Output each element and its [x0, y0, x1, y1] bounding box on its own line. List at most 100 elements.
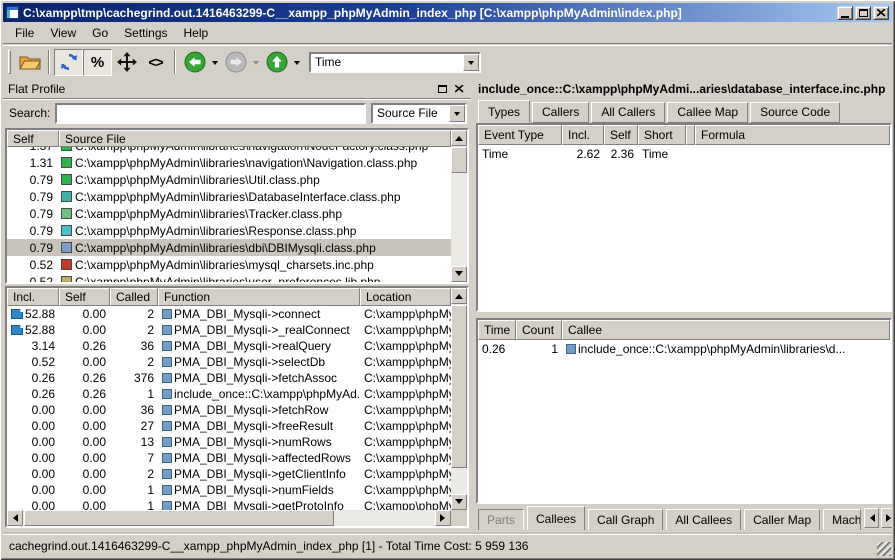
group-by-selector[interactable]: Source File — [371, 103, 467, 124]
column-header-self[interactable]: Self — [604, 125, 638, 145]
scroll-thumb[interactable] — [451, 305, 467, 468]
menu-item[interactable]: Help — [176, 23, 217, 43]
event-type-cell: Time — [478, 147, 562, 161]
menu-item[interactable]: Settings — [116, 23, 175, 43]
bottom-tab[interactable]: Machine — [823, 509, 861, 530]
function-list-hscrollbar[interactable] — [7, 510, 451, 526]
function-row[interactable]: 52.88 0.00 2 PMA_DBI_Mysqli->connect C:\… — [7, 306, 451, 322]
column-header-short[interactable]: Short — [638, 125, 686, 145]
function-row[interactable]: 0.00 0.00 1 PMA_DBI_Mysqli->getProtoInfo… — [7, 498, 451, 510]
status-bar: cachegrind.out.1416463299-C__xampp_phpMy… — [3, 534, 892, 557]
toolbar-handle[interactable] — [8, 50, 11, 74]
search-input[interactable] — [55, 103, 366, 124]
tab-scroll-right-button[interactable] — [881, 508, 892, 528]
function-row[interactable]: 0.52 0.00 2 PMA_DBI_Mysqli->selectDb C:\… — [7, 354, 451, 370]
scroll-up-button[interactable] — [451, 130, 467, 146]
detail-tab[interactable]: Callee Map — [667, 102, 748, 123]
open-file-button[interactable] — [15, 49, 44, 76]
function-row[interactable]: 0.00 0.00 1 PMA_DBI_Mysqli->numFields C:… — [7, 482, 451, 498]
resize-grip[interactable] — [877, 542, 891, 556]
detail-tab[interactable]: Callers — [532, 102, 589, 123]
column-header-count[interactable]: Count — [516, 320, 562, 340]
reload-button[interactable] — [54, 49, 83, 76]
up-button[interactable] — [262, 49, 291, 76]
column-header-formula[interactable]: Formula — [695, 125, 890, 145]
column-header-incl[interactable]: Incl. — [7, 288, 59, 306]
function-icon — [162, 389, 172, 399]
file-row[interactable]: 1.31 C:\xampp\phpMyAdmin\libraries\navig… — [7, 154, 451, 171]
back-button[interactable] — [180, 49, 209, 76]
callee-row[interactable]: 0.26 1 include_once::C:\xampp\phpMyAdmin… — [478, 340, 890, 357]
detail-tab[interactable]: Types — [478, 100, 530, 123]
tab-scroll-left-button[interactable] — [864, 508, 879, 528]
scroll-up-button[interactable] — [451, 288, 467, 304]
column-header-source-file[interactable]: Source File — [59, 130, 451, 147]
maximize-button[interactable] — [855, 6, 871, 20]
event-type-row[interactable]: Time 2.62 2.36 Time — [478, 145, 890, 162]
shorten-templates-button[interactable]: <> — [141, 49, 170, 76]
column-header-self[interactable]: Self — [7, 130, 59, 147]
forward-button[interactable] — [221, 49, 250, 76]
relative-cost-toggle[interactable]: % — [83, 49, 112, 76]
back-dropdown-arrow[interactable] — [209, 49, 221, 76]
function-list-vscrollbar[interactable] — [451, 288, 467, 510]
file-row[interactable]: 0.52 C:\xampp\phpMyAdmin\libraries\user_… — [7, 273, 451, 282]
file-row[interactable]: 0.79 C:\xampp\phpMyAdmin\libraries\Util.… — [7, 171, 451, 188]
function-row[interactable]: 3.14 0.26 36 PMA_DBI_Mysqli->realQuery C… — [7, 338, 451, 354]
close-button[interactable] — [873, 6, 889, 20]
column-header-called[interactable]: Called — [110, 288, 158, 306]
bottom-tab[interactable]: Caller Map — [744, 509, 820, 530]
scrollbar-corner — [451, 510, 467, 526]
forward-dropdown-arrow[interactable] — [250, 49, 262, 76]
scroll-down-button[interactable] — [451, 494, 467, 510]
detail-tab[interactable]: Source Code — [750, 102, 840, 123]
function-row[interactable]: 0.26 0.26 376 PMA_DBI_Mysqli->fetchAssoc… — [7, 370, 451, 386]
column-header-incl[interactable]: Incl. — [562, 125, 604, 145]
function-row[interactable]: 0.26 0.26 1 include_once::C:\xampp\phpMy… — [7, 386, 451, 402]
column-header-location[interactable]: Location — [360, 288, 451, 306]
dock-float-button[interactable] — [435, 83, 449, 96]
scroll-right-button[interactable] — [435, 510, 451, 526]
column-header-callee[interactable]: Callee — [562, 320, 890, 340]
minimize-button[interactable] — [837, 6, 853, 20]
file-row[interactable]: 0.79 C:\xampp\phpMyAdmin\libraries\dbi\D… — [7, 239, 451, 256]
menu-item[interactable]: View — [42, 23, 84, 43]
column-header-event-type[interactable]: Event Type — [478, 125, 562, 145]
bottom-tab[interactable]: Callees — [527, 506, 585, 530]
function-name-cell: PMA_DBI_Mysqli->fetchAssoc — [158, 371, 360, 385]
location-cell: C:\xampp\phpMy — [360, 371, 451, 385]
bottom-tab[interactable]: Parts — [478, 509, 524, 530]
function-row[interactable]: 0.00 0.00 36 PMA_DBI_Mysqli->fetchRow C:… — [7, 402, 451, 418]
menu-item[interactable]: Go — [84, 23, 116, 43]
file-row[interactable]: 0.52 C:\xampp\phpMyAdmin\libraries\mysql… — [7, 256, 451, 273]
function-row[interactable]: 52.88 0.00 2 PMA_DBI_Mysqli->_realConnec… — [7, 322, 451, 338]
bottom-tab[interactable]: Call Graph — [588, 509, 663, 530]
combo-dropdown-button[interactable] — [449, 105, 465, 122]
file-row[interactable]: 1.37 C:\xampp\phpMyAdmin\libraries\navig… — [7, 147, 451, 154]
scroll-thumb[interactable] — [451, 147, 467, 173]
file-row[interactable]: 0.79 C:\xampp\phpMyAdmin\libraries\Datab… — [7, 188, 451, 205]
up-dropdown-arrow[interactable] — [291, 49, 303, 76]
scroll-down-button[interactable] — [451, 266, 467, 282]
file-list-vscrollbar[interactable] — [451, 130, 467, 282]
event-type-selector[interactable]: Time — [309, 52, 481, 73]
menu-item[interactable]: File — [7, 23, 42, 43]
function-row[interactable]: 0.00 0.00 2 PMA_DBI_Mysqli->getClientInf… — [7, 466, 451, 482]
detail-tab[interactable]: All Callers — [591, 102, 665, 123]
bottom-tab[interactable]: All Callees — [666, 509, 741, 530]
cycle-detection-button[interactable] — [112, 49, 141, 76]
combo-dropdown-button[interactable] — [463, 54, 479, 71]
scroll-thumb[interactable] — [24, 510, 334, 526]
dock-title-bar[interactable]: Flat Profile — [3, 80, 471, 99]
column-header-function[interactable]: Function — [158, 288, 360, 306]
dock-close-button[interactable] — [452, 83, 466, 96]
column-header-self[interactable]: Self — [59, 288, 110, 306]
scroll-left-button[interactable] — [7, 510, 23, 526]
function-row[interactable]: 0.00 0.00 13 PMA_DBI_Mysqli->numRows C:\… — [7, 434, 451, 450]
column-header-time[interactable]: Time — [478, 320, 516, 340]
function-row[interactable]: 0.00 0.00 7 PMA_DBI_Mysqli->affectedRows… — [7, 450, 451, 466]
file-row[interactable]: 0.79 C:\xampp\phpMyAdmin\libraries\Respo… — [7, 222, 451, 239]
file-row[interactable]: 0.79 C:\xampp\phpMyAdmin\libraries\Track… — [7, 205, 451, 222]
function-row[interactable]: 0.00 0.00 27 PMA_DBI_Mysqli->freeResult … — [7, 418, 451, 434]
title-bar[interactable]: C:\xampp\tmp\cachegrind.out.1416463299-C… — [3, 3, 892, 22]
